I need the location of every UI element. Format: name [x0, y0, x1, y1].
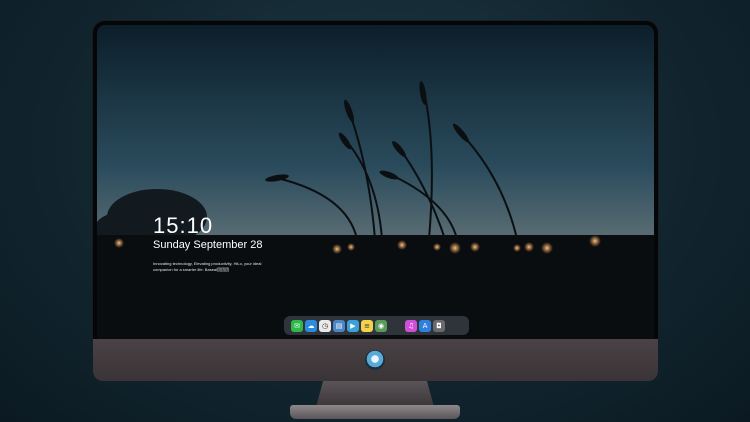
- display-chin: [93, 339, 658, 381]
- dock: ✉ ☁ ◷ ▤ ▶ ≡ ◉ ♫ A ◘: [284, 316, 469, 335]
- monitor-stand: [316, 381, 434, 407]
- app-store-icon[interactable]: A: [419, 319, 431, 332]
- wallpaper: [97, 25, 654, 339]
- music-icon[interactable]: ♫: [405, 319, 417, 332]
- notes-icon[interactable]: ≡: [361, 319, 373, 332]
- lock-date: Sunday September 28: [153, 239, 263, 251]
- lock-screen[interactable]: 15:10 Sunday September 28 Innovating tec…: [97, 25, 654, 339]
- video-icon[interactable]: ▶: [347, 319, 359, 332]
- lock-tagline: Innovating technology, Elevating product…: [153, 261, 262, 272]
- photos-icon[interactable]: ◉: [375, 319, 387, 332]
- camera-icon[interactable]: ◘: [433, 319, 445, 332]
- imac-computer: 15:10 Sunday September 28 Innovating tec…: [93, 21, 658, 381]
- finder-icon[interactable]: ▤: [333, 319, 345, 332]
- brand-logo-icon: [365, 350, 385, 370]
- lock-clock: 15:10: [153, 213, 214, 238]
- monitor-base: [290, 405, 460, 419]
- messages-icon[interactable]: ✉: [291, 319, 303, 332]
- weather-icon[interactable]: ☁: [305, 319, 317, 332]
- clock-icon[interactable]: ◷: [319, 319, 331, 332]
- display-bezel: 15:10 Sunday September 28 Innovating tec…: [93, 21, 658, 339]
